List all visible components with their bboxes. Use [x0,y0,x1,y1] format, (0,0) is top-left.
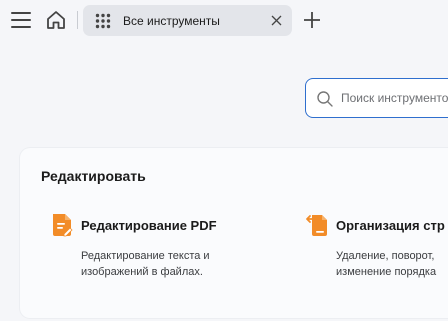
top-bar: Все инструменты [0,0,448,40]
search-box[interactable] [305,78,448,118]
tool-title: Редактирование PDF [81,218,217,233]
home-icon[interactable] [45,9,67,31]
edit-pdf-icon [53,214,73,237]
tool-title: Организация стр [336,218,445,233]
close-icon[interactable] [271,15,282,26]
menu-icon[interactable] [11,12,31,28]
toolbar-divider [77,11,78,29]
organize-pages-icon [306,215,327,236]
edit-section-card: Редактировать Редактирование PDF Редакти… [20,148,448,318]
tool-description: Редактирование текста и изображений в фа… [81,250,210,278]
plus-icon[interactable] [302,10,322,30]
tab-label: Все инструменты [123,14,220,28]
tab-all-tools[interactable]: Все инструменты [83,5,292,36]
apps-grid-icon [95,13,111,29]
search-input[interactable] [341,88,448,108]
section-title: Редактировать [41,168,146,184]
tool-edit-pdf[interactable]: Редактирование PDF Редактирование текста… [50,210,250,290]
search-icon [317,91,333,107]
tool-organize-pages[interactable]: Организация стр Удаление, поворот, измен… [305,210,448,290]
tool-description: Удаление, поворот, изменение порядка [336,250,437,278]
